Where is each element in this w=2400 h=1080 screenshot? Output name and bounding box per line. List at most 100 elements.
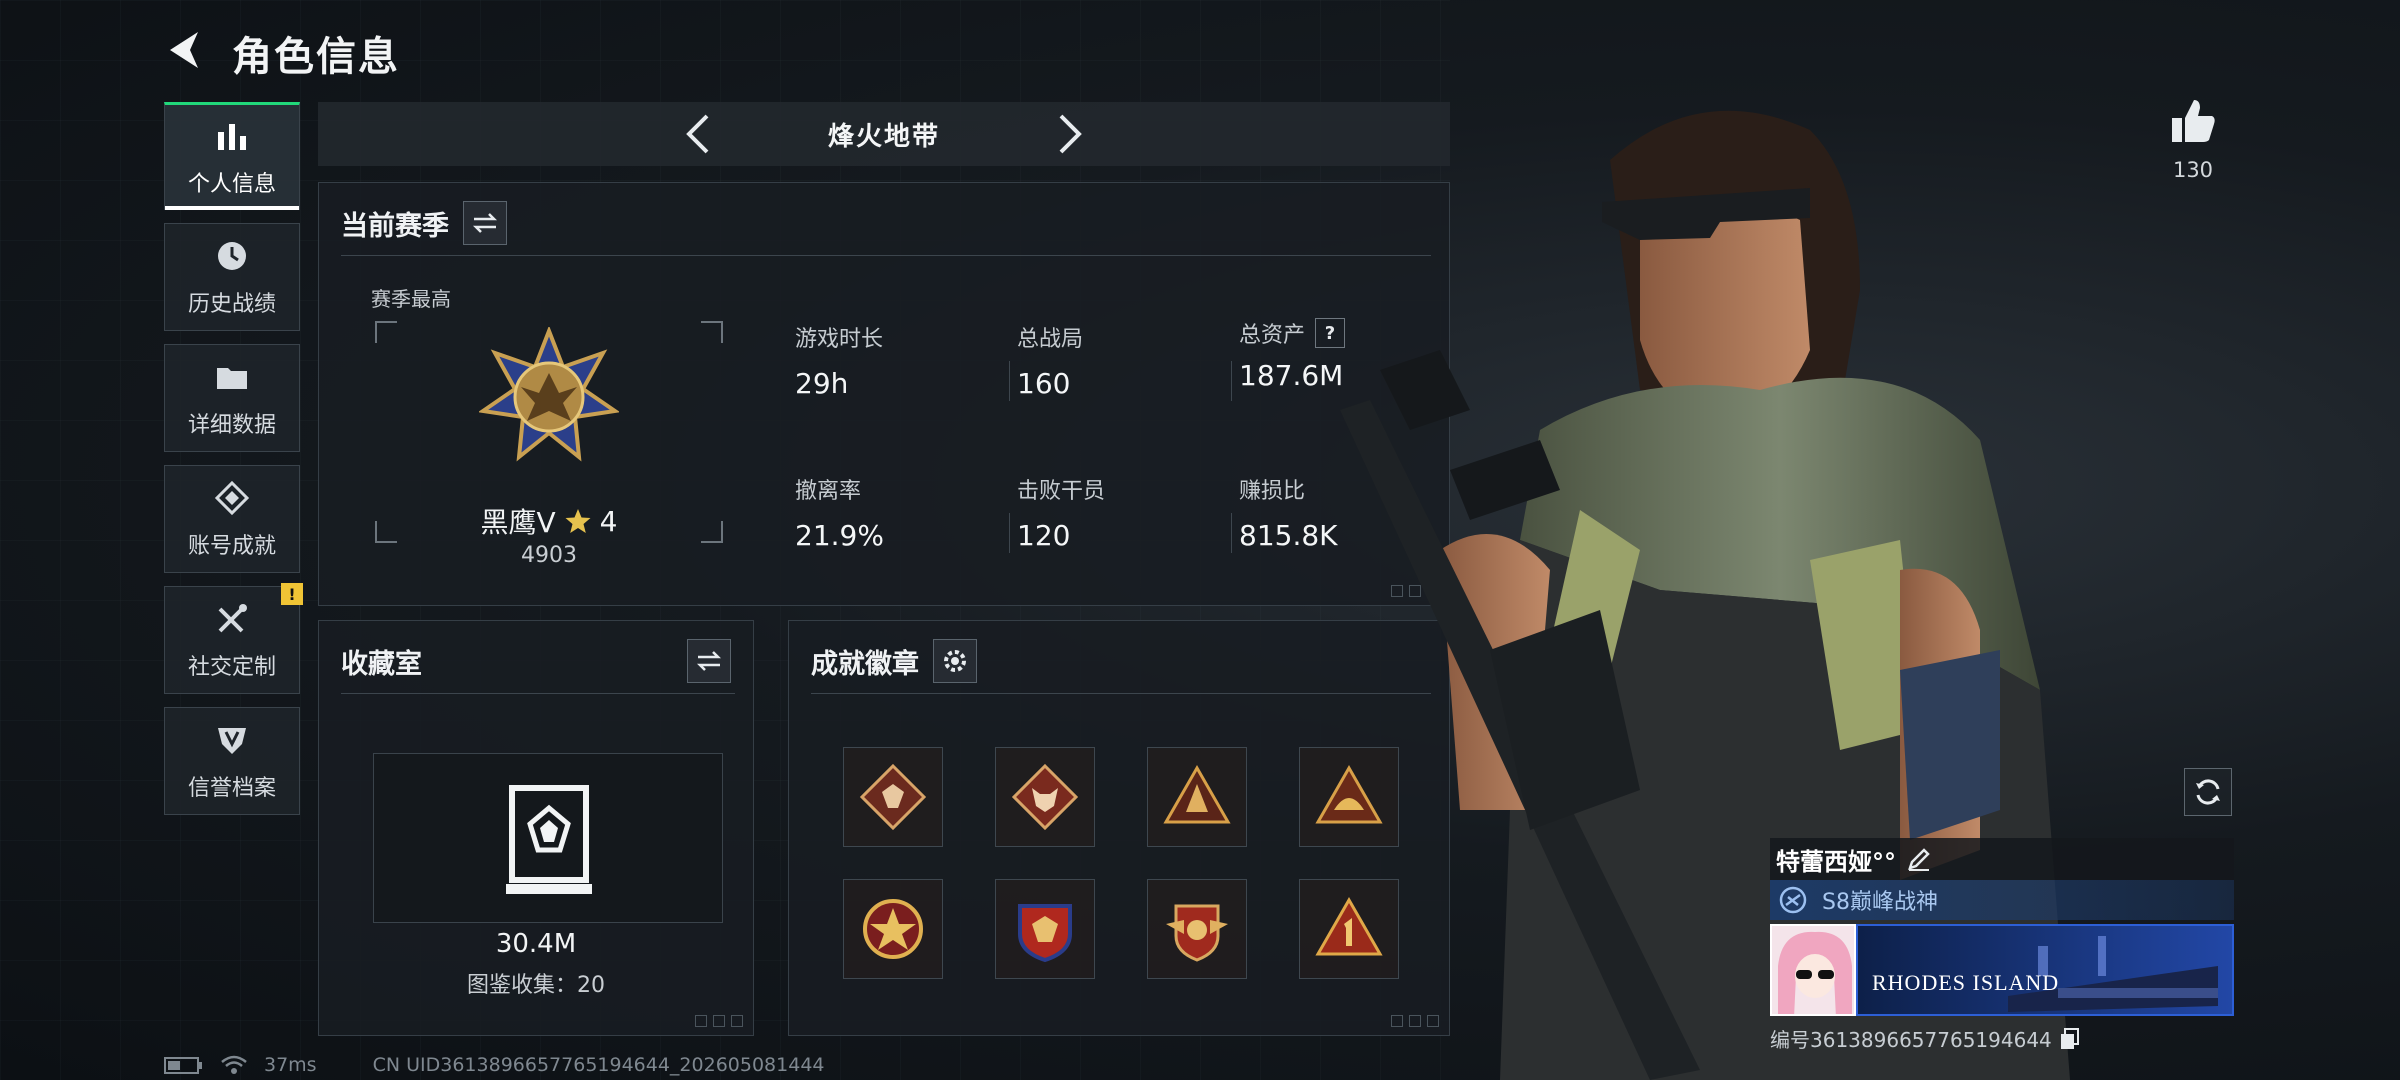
rank-name: 黑鹰V (480, 506, 556, 539)
triangle-gold-badge[interactable] (1147, 747, 1247, 847)
namecard-uid-row: 编号3613896657765194644 (1770, 1024, 2234, 1053)
shield-icon (212, 720, 252, 760)
stat-value: 815.8K (1239, 519, 1338, 552)
collection-panel: 收藏室 30.4M 图鉴收集：20 (318, 620, 754, 1036)
nav-item-personal-info[interactable]: 个人信息 (164, 102, 300, 210)
star-icon (565, 509, 591, 533)
divider (341, 255, 1431, 256)
achievements-settings-button[interactable] (933, 639, 977, 683)
collection-switch-button[interactable] (687, 639, 731, 683)
stat-label: 总战局 (1017, 327, 1084, 352)
mode-prev-button[interactable] (678, 112, 718, 156)
stat-total-assets: 总资产 ? 187.6M (1239, 317, 1346, 392)
collection-preview[interactable] (373, 753, 723, 923)
like-count: 130 (2172, 158, 2214, 182)
wolf-diamond-badge[interactable] (995, 747, 1095, 847)
swap-icon (472, 213, 498, 233)
nav-item-account-achievements[interactable]: 账号成就 (164, 465, 300, 573)
stat-label: 总资产 (1239, 323, 1306, 348)
swap-icon (696, 651, 722, 671)
nav-label: 个人信息 (187, 172, 276, 197)
stat-label: 游戏时长 (795, 327, 884, 352)
badge-grid (843, 747, 1399, 979)
thumbs-up-icon[interactable] (2168, 96, 2218, 146)
battery-icon (164, 1057, 202, 1074)
wifi-icon (221, 1055, 247, 1074)
chevron-right-icon (1059, 114, 1082, 154)
achievements-title: 成就徽章 (811, 648, 919, 680)
side-navigation: 个人信息 历史战绩 详细数据 账号成就 ! 社交定制 信誉档案 (164, 102, 303, 828)
stat-extract-rate: 撤离率 21.9% (795, 473, 884, 552)
clock-icon (212, 236, 252, 276)
stat-value: 187.6M (1239, 359, 1344, 392)
mode-selector: 烽火地带 (318, 102, 1450, 166)
season-best-label: 赛季最高 (371, 287, 451, 311)
season-switch-button[interactable] (463, 201, 507, 245)
nav-item-history[interactable]: 历史战绩 (164, 223, 300, 331)
mode-next-button[interactable] (1050, 112, 1090, 156)
stat-kills: 击败干员 120 (1017, 473, 1105, 552)
stat-label: 撤离率 (795, 479, 862, 504)
copy-icon[interactable] (2060, 1027, 2080, 1050)
divider (1231, 513, 1232, 553)
star-round-badge[interactable] (843, 879, 943, 979)
display-case-icon (506, 785, 592, 894)
season-header: 当前赛季 (341, 201, 507, 245)
divider (811, 693, 1431, 694)
corner-decoration (695, 1015, 743, 1027)
divider (1231, 361, 1232, 401)
red-shield-badge[interactable] (995, 879, 1095, 979)
divider (341, 693, 735, 694)
stat-total-matches: 总战局 160 (1017, 321, 1083, 400)
nav-label: 历史战绩 (187, 292, 276, 317)
chevron-left-icon (686, 114, 709, 154)
namecard-art: RHODES ISLAND (1856, 924, 2234, 1016)
nav-item-credit-record[interactable]: 信誉档案 (164, 707, 300, 815)
collection-count: 图鉴收集：20 (467, 973, 605, 998)
avatar (1770, 924, 1856, 1016)
stat-label: 赚损比 (1239, 479, 1306, 504)
folder-icon (212, 357, 252, 397)
namecard-title-row: S8巅峰战神 (1770, 880, 2234, 920)
nav-label: 详细数据 (187, 413, 276, 438)
achievements-header: 成就徽章 (811, 639, 977, 683)
nav-label: 社交定制 (187, 655, 276, 680)
rank-stars: 4 (599, 504, 618, 538)
season-title: 当前赛季 (341, 210, 449, 242)
collection-value: 30.4M (495, 929, 577, 959)
season-panel: 当前赛季 赛季最高 黑鹰V 4 4903 游戏时长 29h 总战局 160 总资… (318, 182, 1450, 606)
stat-profit-ratio: 赚损比 815.8K (1239, 473, 1338, 552)
ping-value: 37ms (264, 1054, 317, 1076)
rotate-model-button[interactable] (2184, 768, 2232, 816)
namecard-banner[interactable]: RHODES ISLAND (1770, 924, 2234, 1016)
stat-value: 21.9% (795, 519, 884, 552)
namecard-name-row: 特蕾西娅°° (1770, 838, 2234, 880)
wing-shield-badge[interactable] (1147, 879, 1247, 979)
uid-line: CN UID3613896657765194644_202605081444 (372, 1054, 825, 1076)
stat-label-row: 总资产 ? (1239, 317, 1346, 349)
tools-icon (212, 599, 252, 639)
notification-badge: ! (281, 583, 303, 605)
banner-text: RHODES ISLAND (1872, 970, 2060, 995)
gear-icon (944, 650, 966, 672)
back-button[interactable] (160, 22, 208, 78)
nav-item-detailed-data[interactable]: 详细数据 (164, 344, 300, 452)
diamond-badge-icon (212, 478, 252, 518)
nav-label: 信誉档案 (187, 776, 276, 801)
title-emblem-icon (1779, 886, 1807, 914)
stat-label: 击败干员 (1017, 479, 1106, 504)
mode-title: 烽火地带 (827, 121, 940, 152)
stat-play-time: 游戏时长 29h (795, 321, 883, 400)
divider (1009, 513, 1010, 553)
edit-pencil-icon[interactable] (1906, 846, 1932, 872)
back-arrow-icon (170, 32, 198, 68)
player-uid: 编号3613896657765194644 (1770, 1028, 2052, 1052)
divider (1009, 361, 1010, 401)
nav-item-social-customize[interactable]: ! 社交定制 (164, 583, 303, 694)
bar-chart-icon (212, 116, 252, 156)
rank-name-row: 黑鹰V 4 (375, 501, 723, 541)
rotate-icon (2196, 779, 2220, 805)
dragon-diamond-badge[interactable] (843, 747, 943, 847)
stat-value: 160 (1017, 367, 1071, 400)
stat-value: 120 (1017, 519, 1071, 552)
